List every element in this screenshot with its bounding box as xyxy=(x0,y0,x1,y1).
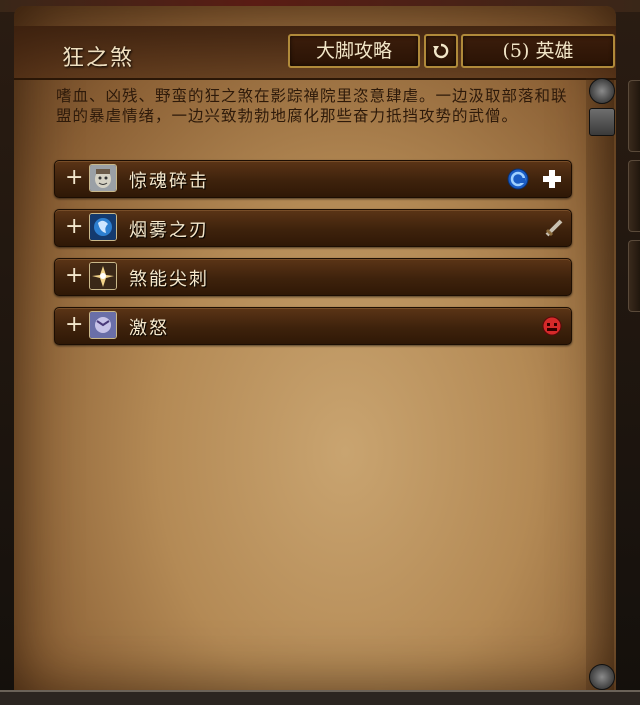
ability-row-smoke-blades[interactable]: + 烟雾之刃 xyxy=(54,209,572,247)
expand-toggle[interactable]: + xyxy=(65,165,83,191)
expand-toggle[interactable]: + xyxy=(65,263,83,289)
refresh-icon xyxy=(433,43,449,59)
side-tab[interactable] xyxy=(628,80,640,152)
smoke-blades-icon xyxy=(89,213,117,241)
dps-sword-icon xyxy=(545,219,563,237)
guide-button[interactable]: 大脚攻略 xyxy=(288,34,420,68)
healer-icon xyxy=(543,170,561,188)
difficulty-button[interactable]: (5) 英雄 xyxy=(461,34,615,68)
side-tab[interactable] xyxy=(628,160,640,232)
ability-label: 惊魂碎击 xyxy=(129,171,209,192)
boss-title: 狂之煞 xyxy=(62,46,135,71)
enrage-flag-icon xyxy=(542,316,562,336)
expand-toggle[interactable]: + xyxy=(65,214,83,240)
ability-label: 煞能尖刺 xyxy=(129,269,209,290)
scroll-track[interactable] xyxy=(586,78,614,690)
ability-row-shattering-blow[interactable]: + 惊魂碎击 xyxy=(54,160,572,198)
scroll-down-button[interactable] xyxy=(589,664,615,690)
shattering-blow-icon xyxy=(89,164,117,192)
ability-label: 激怒 xyxy=(129,318,169,339)
scroll-thumb[interactable] xyxy=(589,108,615,136)
ability-row-enrage[interactable]: + 激怒 xyxy=(54,307,572,345)
enrage-icon xyxy=(89,311,117,339)
interrupt-icon xyxy=(507,168,529,190)
ability-row-sha-spike[interactable]: + 煞能尖刺 xyxy=(54,258,572,296)
side-tab[interactable] xyxy=(628,240,640,312)
expand-toggle[interactable]: + xyxy=(65,312,83,338)
refresh-button[interactable] xyxy=(424,34,458,68)
scroll-up-button[interactable] xyxy=(589,78,615,104)
ability-label: 烟雾之刃 xyxy=(129,220,209,241)
sha-spike-icon xyxy=(89,262,117,290)
boss-description: 嗜血、凶残、野蛮的狂之煞在影踪禅院里恣意肆虐。一边汲取部落和联盟的暴虐情绪，一边… xyxy=(56,87,568,125)
